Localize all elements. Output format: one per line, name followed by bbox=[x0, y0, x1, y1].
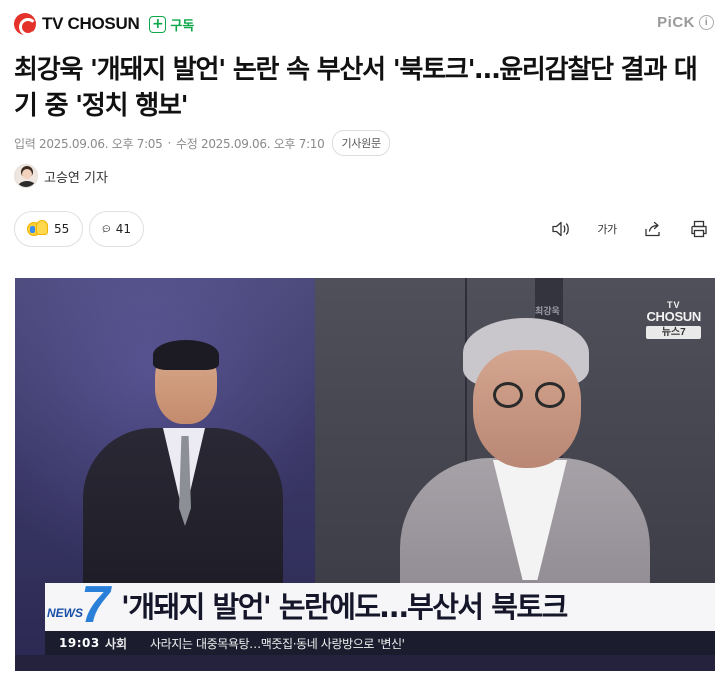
info-icon[interactable]: i bbox=[699, 15, 714, 30]
tts-speaker-icon[interactable] bbox=[546, 218, 576, 240]
pick-badge[interactable]: PiCK i bbox=[657, 14, 714, 31]
print-icon[interactable] bbox=[684, 218, 714, 240]
watermark-chosun: CHOSUN bbox=[646, 309, 701, 324]
news7-logo-number: 7 bbox=[81, 576, 110, 634]
news-crawl-bar: 19:03 사회 사라지는 대중목욕탕…맥줏집·동네 사랑방으로 '변신' bbox=[45, 631, 715, 655]
caption-headline: '개돼지 발언' 논란에도…부산서 북토크 bbox=[121, 590, 568, 624]
press-brand-link[interactable]: TV CHOSUN bbox=[14, 13, 140, 36]
caption-bar: NEWS 7 '개돼지 발언' 논란에도…부산서 북토크 bbox=[45, 579, 715, 631]
article-tools: 가가 bbox=[530, 218, 714, 240]
channel-watermark: TV CHOSUN 뉴스7 bbox=[646, 300, 701, 339]
subscribe-label: 구독 bbox=[170, 18, 195, 34]
news7-logo: NEWS 7 bbox=[39, 573, 115, 631]
wall-sign-text: 최강욱 bbox=[535, 307, 560, 317]
news7-logo-text: NEWS bbox=[47, 606, 83, 620]
original-article-button[interactable]: 기사원문 bbox=[332, 130, 390, 156]
pick-label: PiCK bbox=[657, 14, 695, 31]
crawl-category: 사회 bbox=[105, 636, 128, 651]
anchor-hair bbox=[153, 340, 219, 370]
reaction-button[interactable]: 55 bbox=[14, 211, 83, 247]
comment-bubble-icon bbox=[102, 225, 111, 233]
glasses-right-lens bbox=[535, 382, 565, 408]
watermark-program: 뉴스7 bbox=[646, 326, 701, 339]
comment-count: 41 bbox=[115, 222, 131, 236]
article-title: 최강욱 '개돼지 발언' 논란 속 부산서 '북토크'…윤리감찰단 결과 대기 … bbox=[14, 55, 698, 121]
published-label: 입력 bbox=[14, 136, 36, 151]
plus-icon: + bbox=[149, 15, 167, 33]
reaction-emoji-icon bbox=[27, 220, 49, 238]
reporter-link[interactable]: 고승연 기자 bbox=[14, 164, 108, 188]
video-bottom-band bbox=[15, 655, 715, 671]
share-icon[interactable] bbox=[638, 218, 668, 240]
font-size-button[interactable]: 가가 bbox=[592, 218, 622, 240]
reaction-count: 55 bbox=[54, 222, 70, 236]
press-name: TV CHOSUN bbox=[42, 14, 140, 33]
tv-chosun-logo-icon bbox=[14, 13, 37, 36]
updated-label: 수정 bbox=[176, 136, 198, 151]
reporter-name: 고승연 기자 bbox=[44, 170, 108, 186]
article-meta: 입력 2025.09.06. 오후 7:05 · 수정 2025.09.06. … bbox=[14, 130, 390, 156]
article-video[interactable]: 최강욱 TV CHOSUN 뉴스7 NEWS 7 '개돼지 발언' 논란에도…부… bbox=[15, 278, 715, 671]
comment-button[interactable]: 41 bbox=[89, 211, 144, 247]
meta-separator: · bbox=[167, 136, 171, 150]
press-header: TV CHOSUN + 구독 PiCK i bbox=[14, 10, 714, 38]
updated-time: 2025.09.06. 오후 7:10 bbox=[201, 136, 325, 151]
glasses-left-lens bbox=[493, 382, 523, 408]
reporter-avatar bbox=[14, 164, 38, 188]
crawl-text: 사라지는 대중목욕탕…맥줏집·동네 사랑방으로 '변신' bbox=[150, 636, 405, 651]
subscribe-button[interactable]: + 구독 bbox=[149, 15, 194, 34]
broadcast-time: 19:03 bbox=[59, 636, 100, 650]
published-time: 2025.09.06. 오후 7:05 bbox=[39, 136, 163, 151]
guest-face bbox=[473, 350, 581, 468]
